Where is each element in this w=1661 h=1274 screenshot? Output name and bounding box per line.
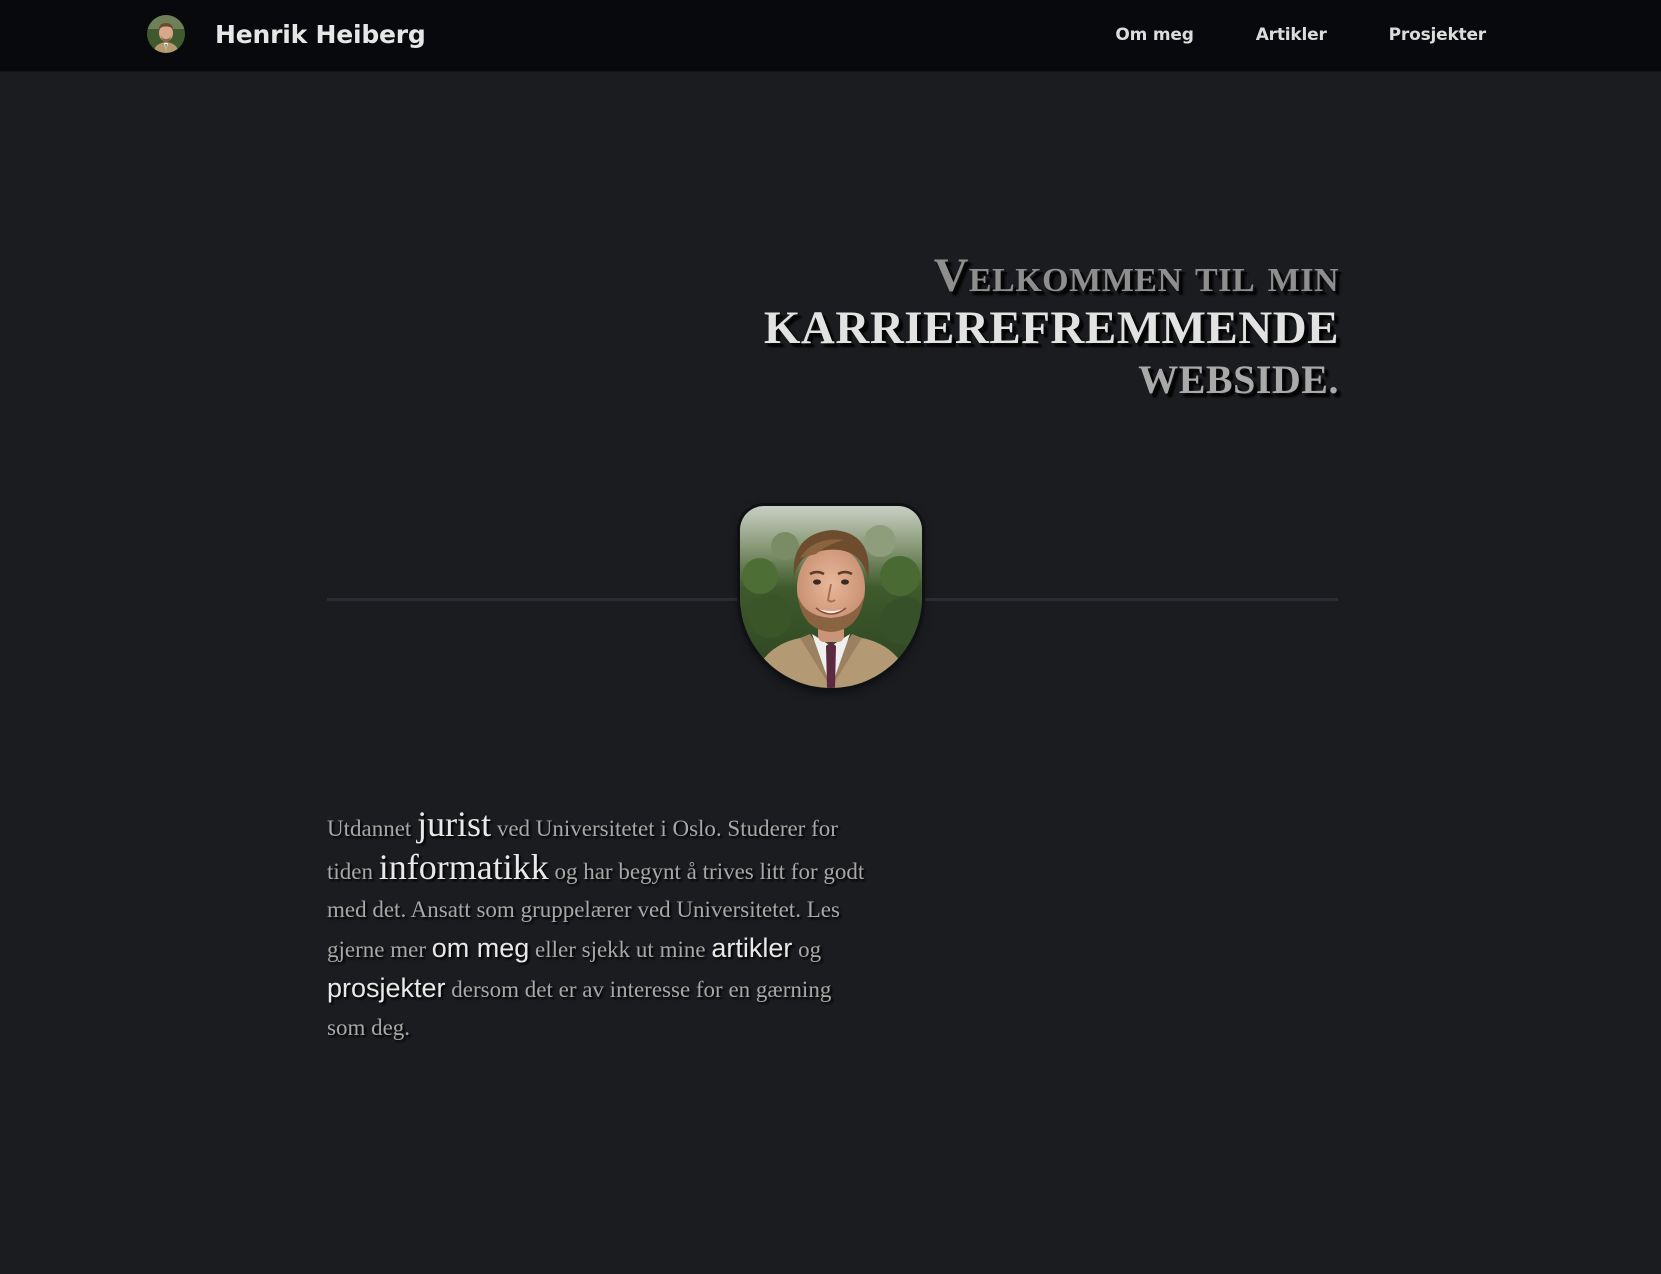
- link-prosjekter[interactable]: prosjekter: [327, 973, 446, 1003]
- intro-text-1: Utdannet: [327, 816, 418, 841]
- intro-text-5: og: [792, 937, 822, 962]
- intro-text-4: eller sjekk ut mine: [529, 937, 712, 962]
- hero-title: Velkommen til min KARRIEREFREMMENDE WEBS…: [639, 250, 1339, 406]
- brand-avatar-image: [147, 15, 185, 53]
- hero-title-line-1: Velkommen til min: [933, 249, 1339, 302]
- profile-photo: [740, 506, 922, 688]
- brand-name: Henrik Heiberg: [215, 19, 426, 49]
- highlight-jurist: jurist: [417, 804, 492, 844]
- top-navbar: Henrik Heiberg Om meg Artikler Prosjekte…: [0, 0, 1661, 72]
- brand-avatar: [147, 15, 185, 53]
- highlight-informatikk: informatikk: [378, 847, 549, 887]
- intro-paragraph: Utdannet jurist ved Universitetet i Oslo…: [327, 805, 875, 1047]
- hero-title-line-2: KARRIEREFREMMENDE: [763, 302, 1339, 354]
- nav-link-om-meg[interactable]: Om meg: [1115, 25, 1193, 45]
- link-artikler[interactable]: artikler: [711, 933, 792, 963]
- profile-portrait: [740, 506, 922, 688]
- hero-title-line-3: WEBSIDE.: [1138, 357, 1339, 402]
- brand-home-link[interactable]: Henrik Heiberg: [147, 14, 426, 54]
- nav-link-prosjekter[interactable]: Prosjekter: [1389, 25, 1487, 45]
- nav-link-artikler[interactable]: Artikler: [1256, 25, 1327, 45]
- main-nav: Om meg Artikler Prosjekter: [1053, 0, 1486, 70]
- link-om-meg[interactable]: om meg: [432, 933, 530, 963]
